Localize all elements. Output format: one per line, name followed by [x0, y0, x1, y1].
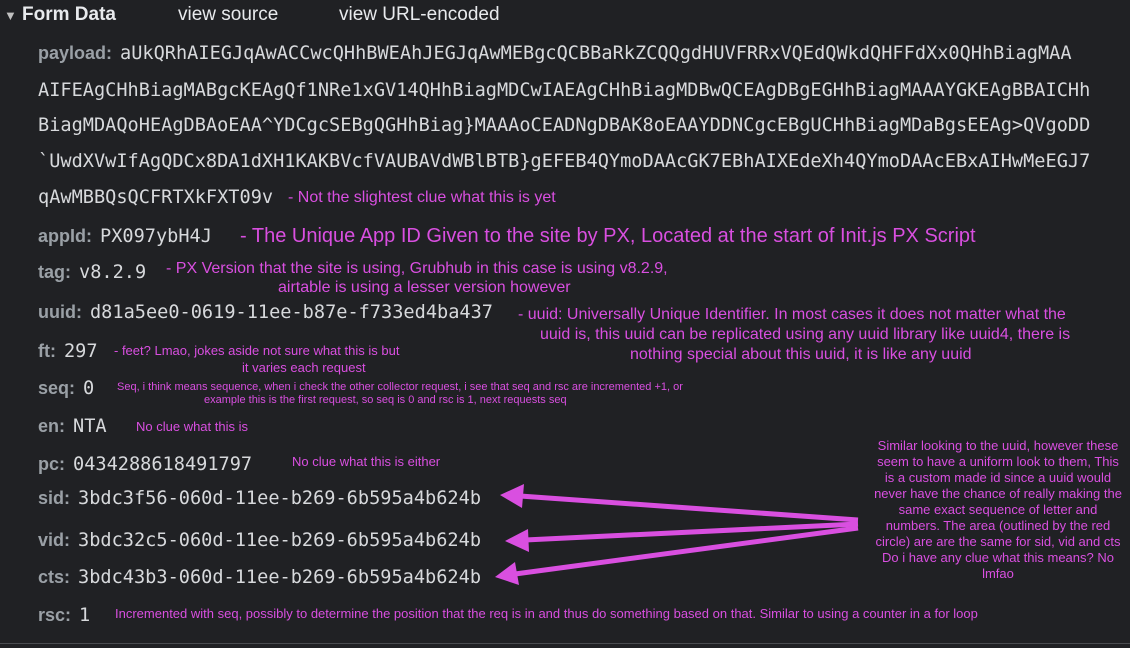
arrow-to-cts [514, 525, 859, 577]
divider [0, 643, 1130, 644]
arrow-head-icon [505, 529, 529, 552]
arrow-to-vid [524, 521, 859, 543]
arrow-head-icon [500, 484, 524, 508]
arrow-head-icon [495, 562, 519, 585]
annotation-arrows [495, 484, 859, 585]
arrow-to-sid [519, 493, 859, 523]
